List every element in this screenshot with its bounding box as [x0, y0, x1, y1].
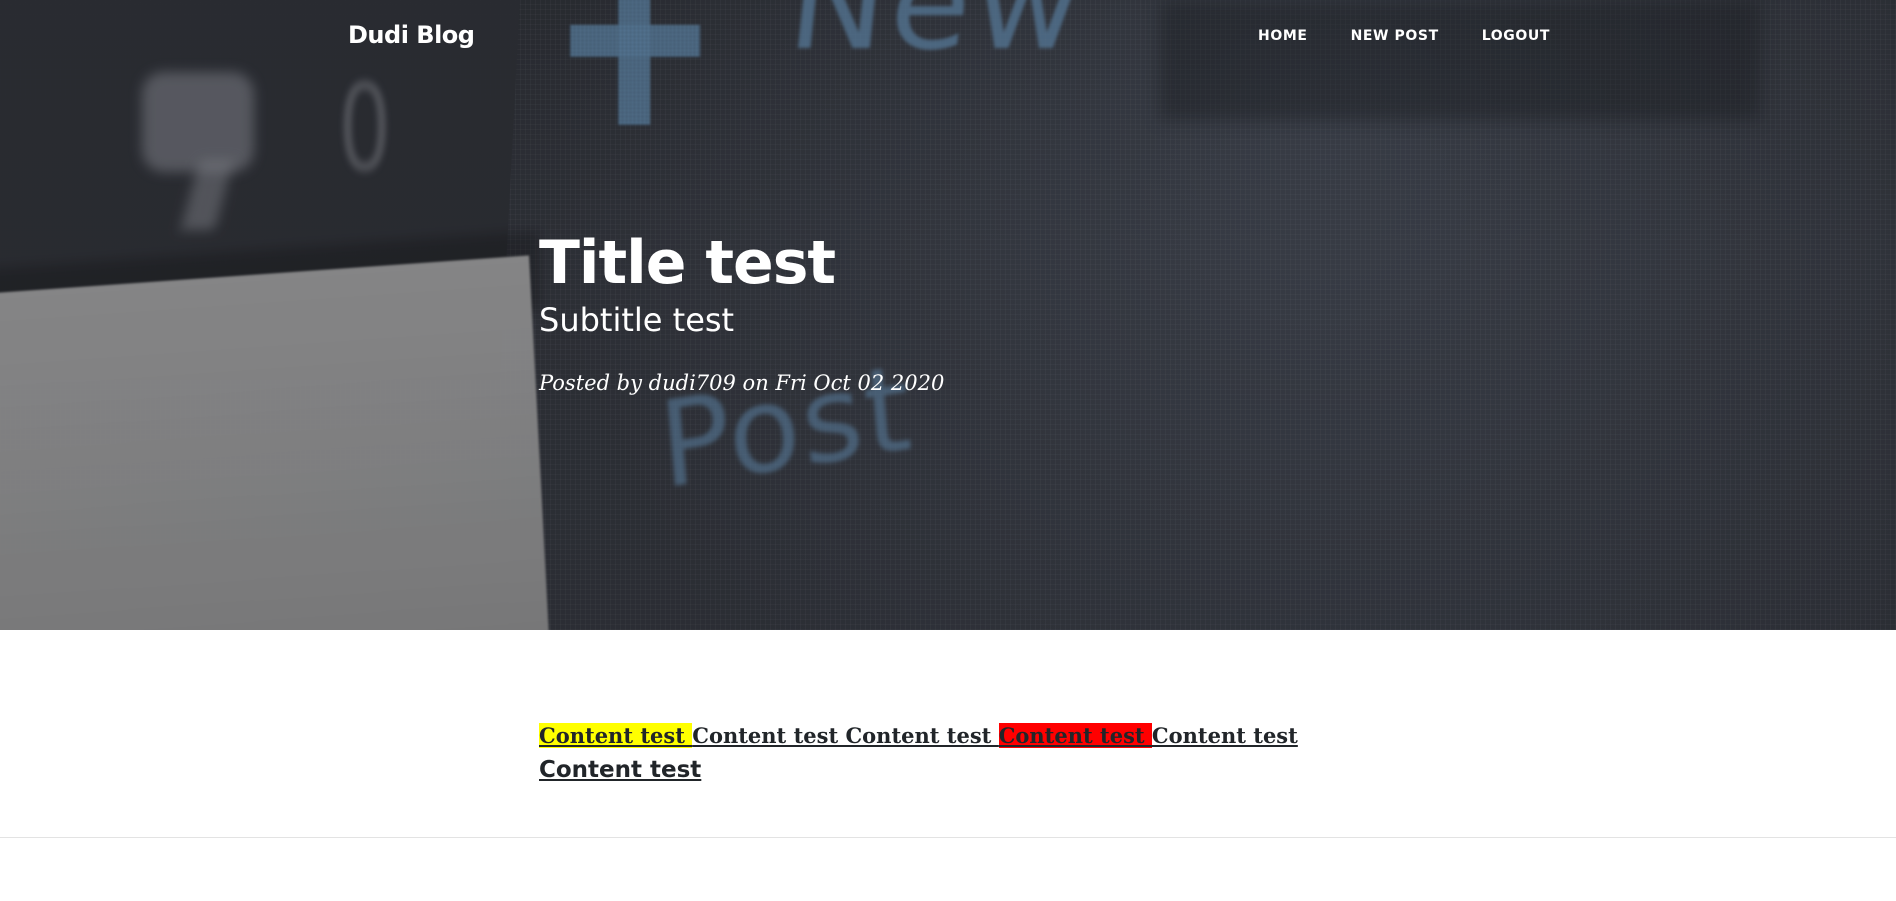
post-heading: Title test Subtitle test Posted by dudi7…	[539, 228, 1359, 398]
content-text: Content test	[1151, 723, 1298, 748]
nav-new-post-link[interactable]: NEW POST	[1308, 28, 1439, 44]
post-content: Content test Content test Content test C…	[539, 719, 1359, 787]
content-text: Content test Content test	[692, 723, 999, 748]
highlighted-text-yellow: Content test	[539, 723, 693, 748]
blog-post-page: 0 New Post Dudi Blog HOME NEW POST LOGOU…	[0, 0, 1896, 901]
brand-link[interactable]: Dudi Blog	[348, 21, 475, 49]
nav-logout-link[interactable]: LOGOUT	[1439, 28, 1550, 44]
post-meta: Posted by dudi709 on Fri Oct 02 2020	[539, 371, 945, 395]
nav-home-link[interactable]: HOME	[1215, 28, 1308, 44]
large-content-text: Content test	[539, 757, 702, 783]
highlighted-text-red: Content test	[998, 723, 1152, 748]
post-content-link[interactable]: Content test Content test Content test C…	[539, 723, 1298, 783]
post-title: Title test	[539, 228, 836, 298]
nav-links: HOME NEW POST LOGOUT	[1215, 28, 1550, 44]
post-header: 0 New Post Dudi Blog HOME NEW POST LOGOU…	[0, 0, 1896, 630]
content-divider	[0, 837, 1896, 838]
main-navbar: Dudi Blog HOME NEW POST LOGOUT	[0, 0, 1896, 74]
post-subtitle: Subtitle test	[539, 301, 735, 339]
